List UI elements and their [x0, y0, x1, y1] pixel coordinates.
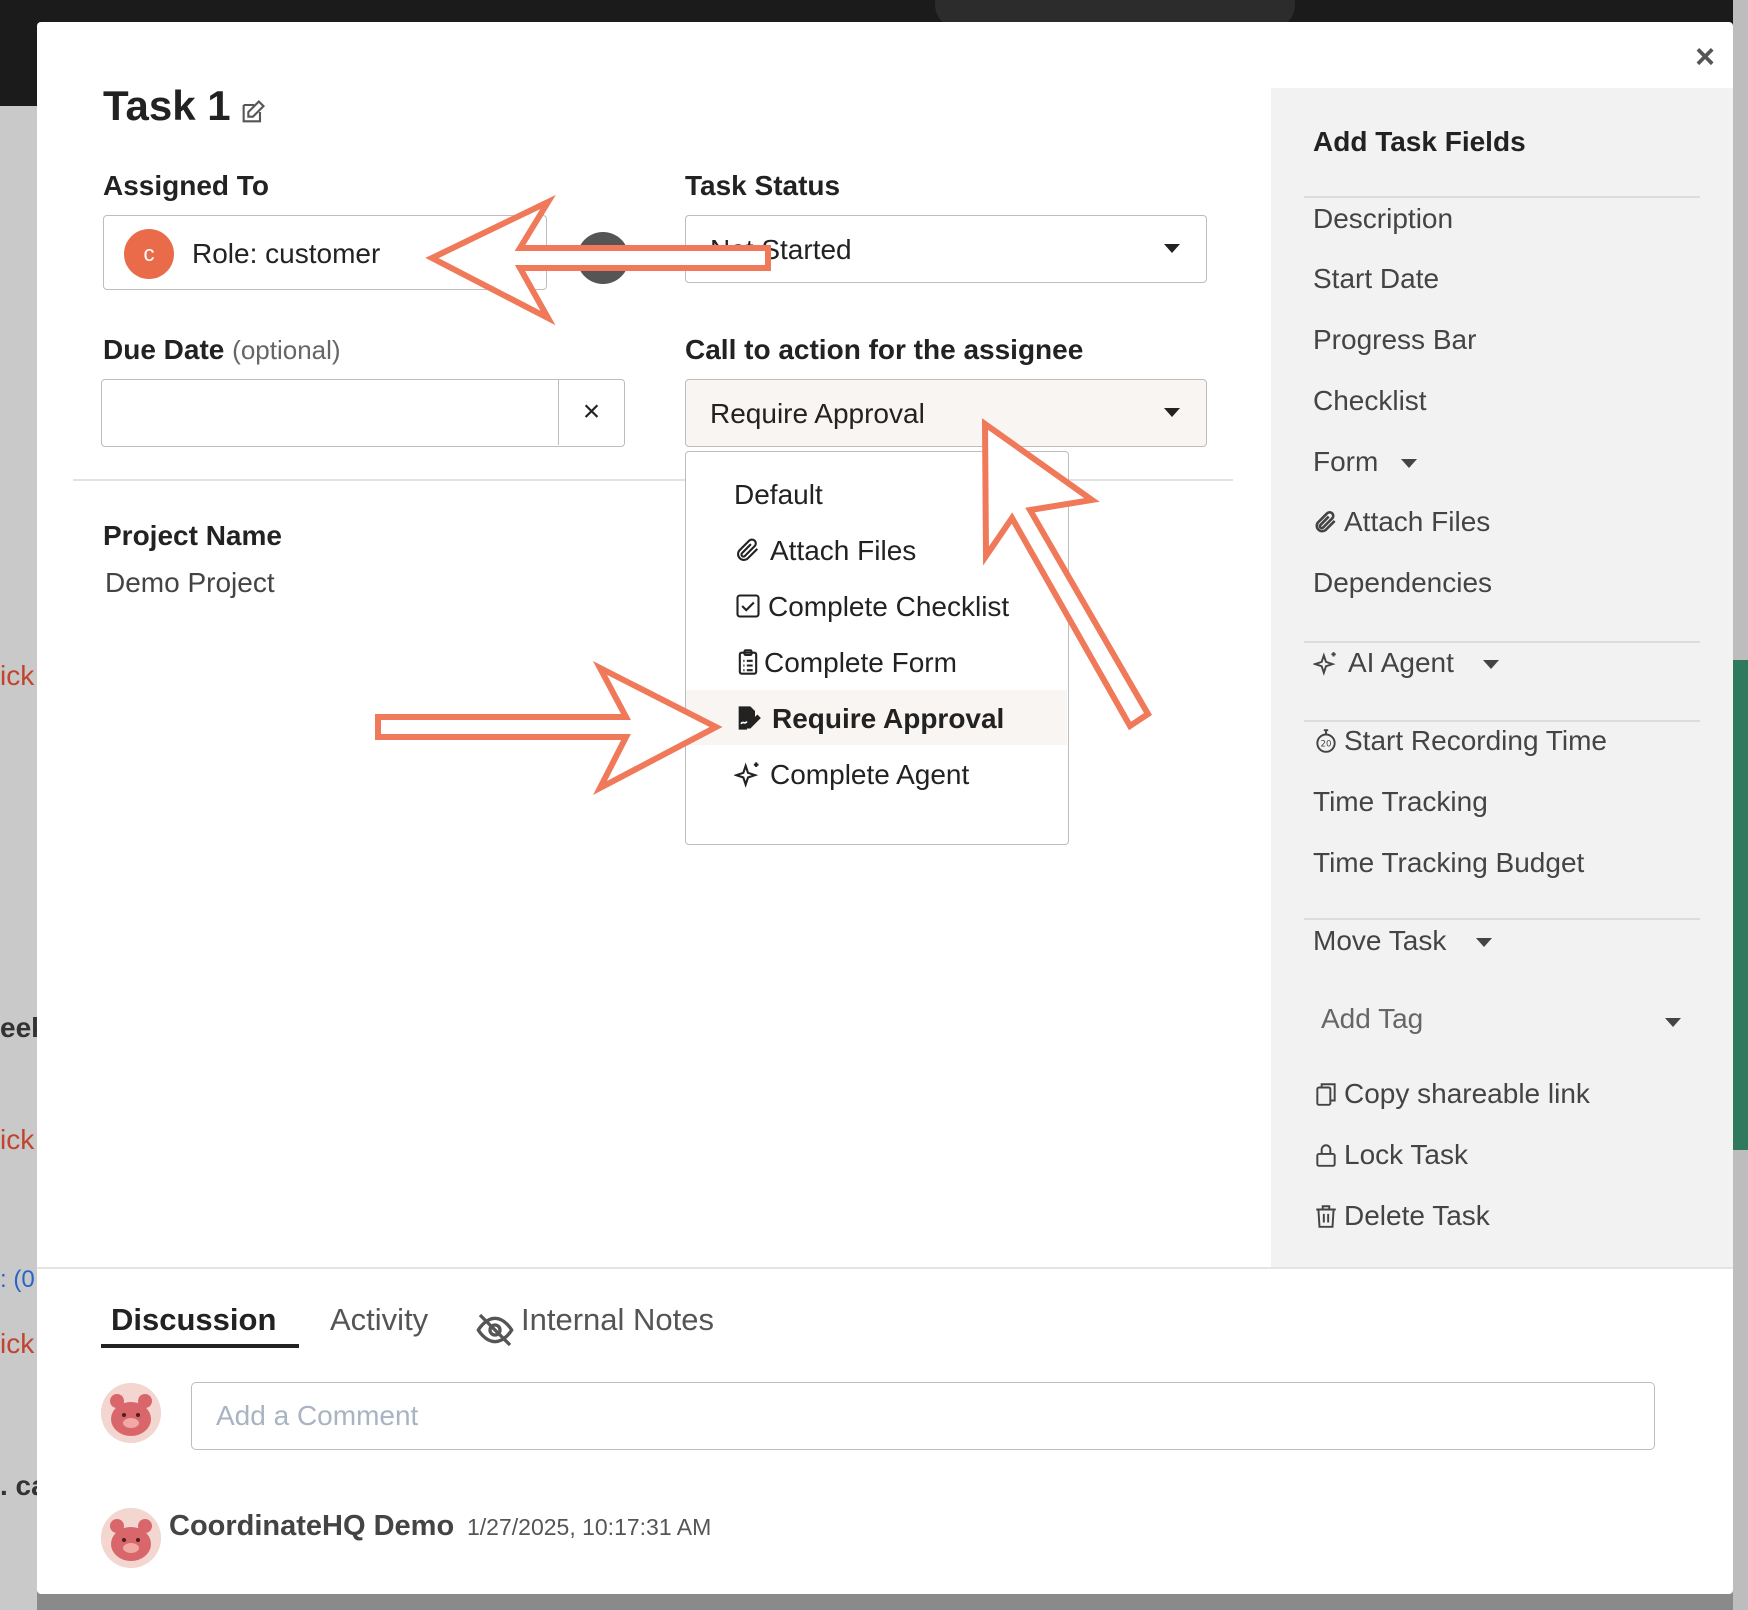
eye-slash-icon [476, 1313, 514, 1347]
menu-item-label: Default [734, 479, 823, 510]
menu-item-label: Complete Form [764, 647, 957, 678]
sidebar-item-label: Copy shareable link [1344, 1078, 1590, 1109]
sidebar-item-label: Dependencies [1313, 567, 1493, 598]
due-date-label: Due Date (optional) [103, 334, 341, 366]
sidebar-item-label: Delete Task [1344, 1200, 1490, 1231]
menu-item-require-approval[interactable]: Require Approval [686, 690, 1067, 745]
add-task-fields-sidebar: Add Task Fields Description Start Date P… [1271, 88, 1733, 1268]
chevron-down-icon [1483, 660, 1499, 669]
sidebar-item-label: Checklist [1313, 385, 1427, 416]
menu-item-complete-form[interactable]: Complete Form [686, 634, 1067, 689]
close-icon[interactable]: × [1695, 38, 1715, 77]
due-date-label-text: Due Date [103, 334, 225, 365]
assigned-to-label: Assigned To [103, 170, 269, 201]
section-divider [37, 1267, 1733, 1269]
menu-item-label: Require Approval [772, 703, 1005, 734]
sidebar-item-label: AI Agent [1348, 647, 1454, 678]
checkbox-icon [736, 594, 760, 618]
add-tag-placeholder: Add Tag [1321, 1003, 1424, 1034]
tab-internal-notes[interactable]: Internal Notes [521, 1302, 714, 1338]
sidebar-divider [1304, 196, 1700, 198]
background-text-fragment: ick [0, 1124, 35, 1155]
sidebar-item-move-task[interactable]: Move Task [1313, 922, 1513, 962]
clear-date-button[interactable]: × [558, 380, 624, 445]
copy-icon [1316, 1083, 1336, 1106]
task-status-select[interactable]: Not Started [685, 215, 1207, 283]
sparkle-icon [734, 762, 759, 788]
comment-input[interactable] [191, 1382, 1655, 1450]
background-text-fragment: : (0 [0, 1266, 35, 1293]
background-image [1733, 660, 1748, 1150]
sidebar-divider [1304, 641, 1700, 643]
menu-item-label: Complete Checklist [768, 591, 1010, 622]
project-name-value: Demo Project [105, 567, 275, 598]
due-date-field[interactable]: × [101, 379, 625, 447]
menu-item-attach-files[interactable]: Attach Files [686, 522, 1067, 577]
paperclip-icon [737, 538, 759, 561]
page-title: Task 1 [103, 82, 231, 129]
sidebar-title: Add Task Fields [1313, 126, 1526, 157]
cta-dropdown-menu: Default Attach Files Complete Checklist … [685, 451, 1069, 845]
approval-icon [738, 706, 761, 730]
background-text-fragment: eek [0, 1012, 37, 1043]
assignee-select[interactable]: c Role: customer [103, 215, 547, 290]
sidebar-item-form[interactable]: Form [1313, 443, 1453, 483]
sidebar-item-label: Progress Bar [1313, 324, 1477, 355]
task-modal: × Task 1 Assigned To c Role: customer Ta… [37, 22, 1733, 1594]
active-tab-indicator [101, 1344, 299, 1348]
comment-author: CoordinateHQ Demo [169, 1510, 455, 1542]
stopwatch-icon: 20 [1316, 729, 1336, 753]
avatar [101, 1383, 161, 1443]
sparkle-icon [1313, 652, 1336, 676]
chevron-down-icon [1164, 244, 1180, 253]
avatar [101, 1508, 161, 1568]
menu-item-complete-checklist[interactable]: Complete Checklist [686, 578, 1067, 633]
sidebar-item-label: Form [1313, 446, 1379, 477]
edit-icon[interactable] [239, 98, 267, 126]
chevron-down-icon [1476, 938, 1492, 947]
comment-timestamp: 1/27/2025, 10:17:31 AM [467, 1514, 712, 1540]
sidebar-item-label: Start Recording Time [1344, 725, 1607, 756]
sidebar-item-ai-agent[interactable]: AI Agent [1313, 644, 1513, 684]
cta-label: Call to action for the assignee [685, 334, 1084, 365]
sidebar-divider [1304, 720, 1700, 722]
sidebar-item-label: Start Date [1313, 263, 1440, 294]
menu-item-complete-agent[interactable]: Complete Agent [686, 746, 1067, 801]
cta-value: Require Approval [710, 398, 925, 429]
project-name-label: Project Name [103, 520, 282, 551]
tab-discussion[interactable]: Discussion [111, 1302, 276, 1338]
chevron-down-icon [1401, 459, 1417, 468]
paperclip-icon [1315, 511, 1336, 533]
sidebar-item-label: Lock Task [1344, 1139, 1468, 1170]
background-text-fragment: ick [0, 1328, 35, 1359]
sidebar-item-label: Time Tracking [1313, 786, 1488, 817]
menu-item-default[interactable]: Default [686, 466, 1067, 521]
chevron-down-icon [1665, 1018, 1681, 1027]
cta-select[interactable]: Require Approval [685, 379, 1207, 447]
background-right-panel [1733, 0, 1748, 1610]
clipboard-icon [738, 649, 758, 675]
add-tag-select[interactable]: Add Tag [1313, 996, 1697, 1046]
task-status-label: Task Status [685, 170, 841, 201]
lock-icon [1316, 1144, 1336, 1167]
menu-item-label: Attach Files [770, 535, 917, 566]
optional-hint: (optional) [232, 335, 341, 365]
assignee-value: Role: customer [192, 238, 381, 269]
background-text-fragment: . ca [0, 1470, 37, 1501]
task-status-value: Not Started [710, 234, 852, 265]
svg-text:20: 20 [1320, 739, 1331, 749]
menu-item-label: Complete Agent [770, 759, 970, 790]
assignee-avatar: c [124, 229, 174, 279]
sidebar-divider [1304, 918, 1700, 920]
chevron-down-icon [1164, 408, 1180, 417]
sidebar-item-label: Attach Files [1344, 506, 1491, 537]
trash-icon [1316, 1205, 1336, 1228]
background-text-fragment: ick [0, 660, 35, 691]
sidebar-item-label: Move Task [1313, 925, 1447, 956]
background-left-panel [0, 106, 37, 1610]
sidebar-item-label: Time Tracking Budget [1313, 847, 1585, 878]
sidebar-item-label: Description [1313, 203, 1454, 234]
tab-activity[interactable]: Activity [330, 1302, 428, 1338]
info-icon[interactable] [577, 232, 629, 284]
